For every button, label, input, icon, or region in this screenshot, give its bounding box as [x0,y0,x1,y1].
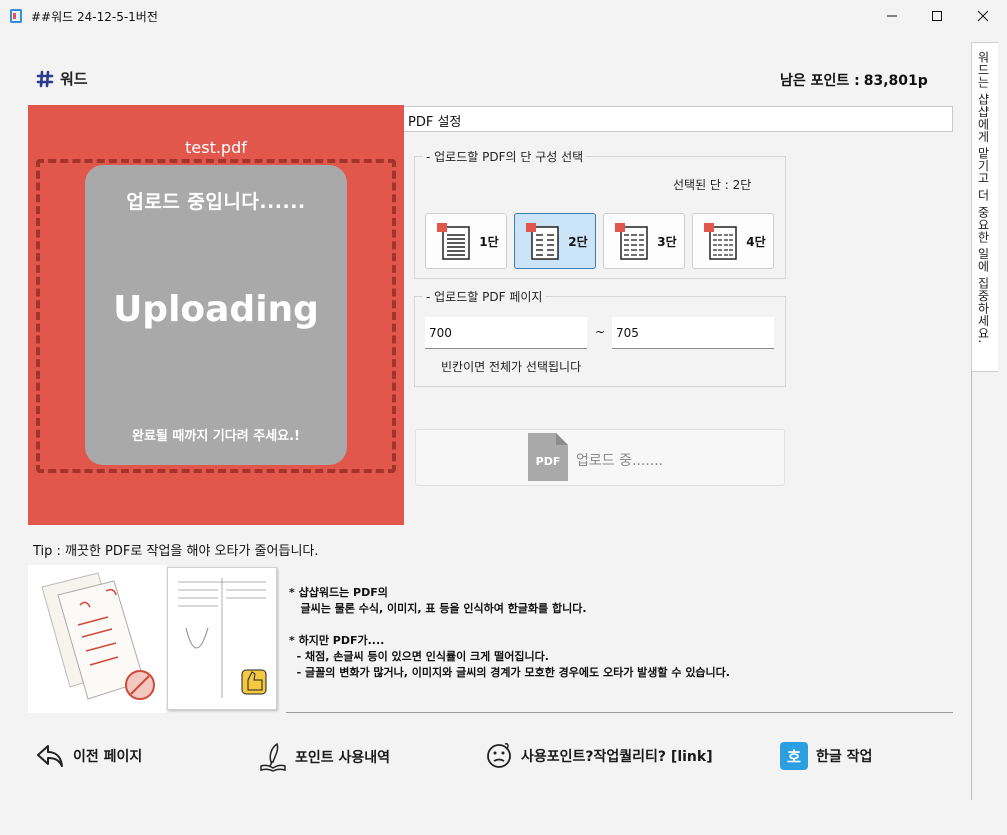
pdf-settings-title: PDF 설정 [408,115,462,130]
column-3-button[interactable]: 3단 [603,213,685,269]
brand-label: 워드 [60,70,88,88]
info-line: * 샵샵워드는 PDF의 [289,586,388,599]
info-line: - 글꼴의 변화가 많거나, 이미지와 글씨의 경계가 모호한 경우에도 오타가… [289,666,730,679]
info-line [289,617,730,633]
app-icon [10,9,22,23]
hash-icon [36,70,54,87]
remaining-points: 남은 포인트 :83,801p [780,70,928,90]
upload-button[interactable]: PDF 업로드 중....... [415,429,785,486]
upload-status-big: Uploading [113,289,319,330]
column-select-legend: - 업로드할 PDF의 단 구성 선택 [423,148,587,165]
selected-column-text: 선택된 단 : 2단 [673,178,752,192]
quill-book-icon [260,742,286,772]
minimize-button[interactable] [869,0,915,32]
upload-status-top: 업로드 중입니다...... [126,191,306,213]
previous-page-label: 이전 페이지 [73,749,143,765]
document-3-column-icon [615,223,649,260]
pdf-icon-text: PDF [536,455,561,468]
page-range-legend: - 업로드할 PDF 페이지 [423,288,546,305]
page-to-input[interactable] [612,317,774,349]
upload-status-card: 업로드 중입니다...... Uploading 완료될 때까지 기다려 주세요… [85,165,347,465]
points-value: 83,801p [863,73,928,89]
hangul-app-icon: 호 [780,742,808,770]
minimize-icon [887,15,897,17]
column-2-label: 2단 [568,234,588,249]
close-icon [977,10,989,22]
hangul-work-button[interactable]: 호 한글 작업 [780,742,872,770]
graded-paper-illustration [28,565,166,713]
page-range-hint: 빈칸이면 전체가 선택됩니다 [441,360,582,374]
page-range-separator: ~ [595,325,606,339]
info-panel: * 샵샵워드는 PDF의 글씨는 물론 수식, 이미지, 표 등을 인식하여 한… [28,565,952,713]
upload-drop-zone[interactable]: test.pdf 업로드 중입니다...... Uploading 완료될 때까… [28,105,404,525]
column-3-label: 3단 [657,234,677,249]
column-4-button[interactable]: 4단 [692,213,774,269]
pdf-file-icon: PDF [528,433,568,481]
column-1-button[interactable]: 1단 [425,213,507,269]
tip-text: Tip : 깨끗한 PDF로 작업을 해야 오타가 줄어듭니다. [33,544,319,559]
column-4-label: 4단 [746,234,766,249]
info-line: - 채점, 손글씨 등이 있으면 인식률이 크게 떨어집니다. [289,650,549,663]
document-2-column-icon [526,223,560,260]
maximize-button[interactable] [914,0,960,32]
confused-face-icon [487,743,511,768]
info-line: 글씨는 물론 수식, 이미지, 표 등을 인식하여 한글화를 합니다. [289,602,587,615]
column-1-label: 1단 [479,234,499,249]
brand: 워드 [36,68,88,89]
page-from-input[interactable] [425,317,587,349]
page-range-group: - 업로드할 PDF 페이지 ~ 빈칸이면 전체가 선택됩니다 [414,288,786,387]
points-label: 남은 포인트 : [780,73,860,89]
document-1-column-icon [437,223,471,260]
side-tab-text: 워드는 샵샵에게 맡기고 더 중요한 일에 집중하세요. [976,51,990,344]
marked-paper-icon [41,572,155,700]
pdf-settings-header: PDF 설정 [404,106,953,132]
clean-paper-illustration [167,567,277,710]
column-2-button[interactable]: 2단 [514,213,596,269]
back-arrow-icon [37,745,63,767]
close-button[interactable] [960,0,1006,32]
document-4-column-icon [704,223,738,260]
info-text: * 샵샵워드는 PDF의 글씨는 물론 수식, 이미지, 표 등을 인식하여 한… [289,585,730,681]
window-title: ##워드 24-12-5-1버전 [31,10,158,24]
side-divider [971,370,972,800]
previous-page-button[interactable]: 이전 페이지 [35,742,142,770]
side-tab[interactable]: 워드는 샵샵에게 맡기고 더 중요한 일에 집중하세요. [971,42,998,372]
thumbs-up-paper-icon [178,578,267,698]
upload-button-label: 업로드 중....... [576,453,664,469]
column-select-group: - 업로드할 PDF의 단 구성 선택 선택된 단 : 2단 1단 2단 3단 [414,148,786,279]
info-divider [286,712,953,713]
quality-link-button[interactable]: 사용포인트?작업퀄리티? [link] [485,742,713,770]
points-history-label: 포인트 사용내역 [295,750,391,766]
title-bar: ##워드 24-12-5-1버전 [0,0,1007,32]
upload-filename: test.pdf [185,138,247,157]
hangul-work-label: 한글 작업 [816,749,873,765]
maximize-icon [932,11,942,21]
quality-link-label: 사용포인트?작업퀄리티? [link] [521,749,713,765]
info-line: * 하지만 PDF가.... [289,634,385,647]
upload-status-bottom: 완료될 때까지 기다려 주세요.! [132,429,300,444]
points-history-button[interactable]: 포인트 사용내역 [259,742,390,772]
